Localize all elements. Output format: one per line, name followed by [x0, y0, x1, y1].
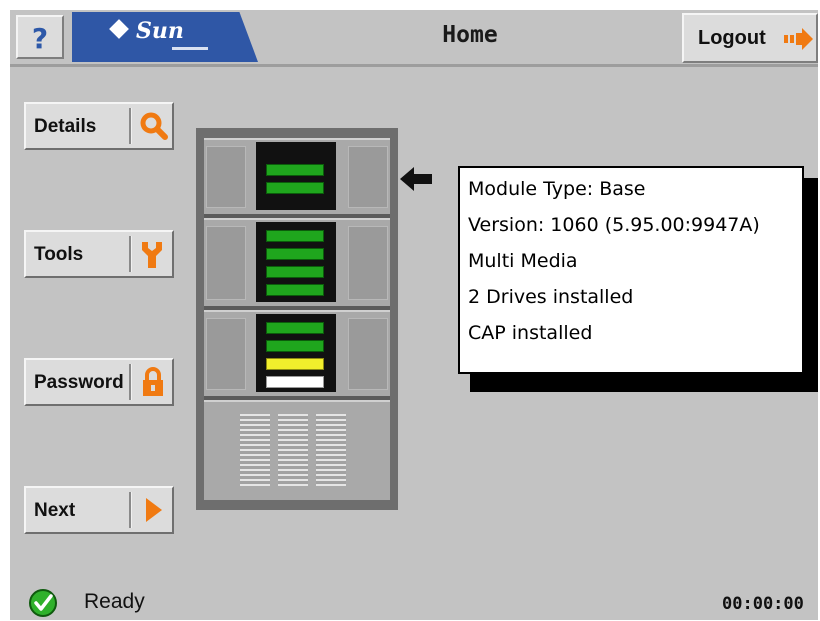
side-panel [348, 146, 388, 208]
next-button[interactable]: Next [24, 486, 174, 534]
button-divider [129, 236, 132, 272]
led-yellow [266, 358, 324, 370]
led-white [266, 376, 324, 388]
library-unit [196, 128, 398, 510]
side-panel [206, 318, 246, 390]
led-green [266, 340, 324, 352]
module-info-box: Module Type: Base Version: 1060 (5.95.00… [458, 166, 804, 374]
module-core [256, 142, 336, 210]
arrow-right-icon [146, 498, 162, 522]
clock-readout: 00:00:00 [722, 594, 804, 614]
button-divider [129, 492, 132, 528]
vent-column [316, 414, 346, 486]
logout-button[interactable]: Logout [682, 13, 818, 63]
module-expansion-2[interactable] [204, 310, 390, 400]
module-vent[interactable] [204, 400, 390, 500]
vent-grille [240, 414, 352, 486]
help-button[interactable]: ? [16, 15, 64, 59]
next-label: Next [34, 500, 76, 521]
module-core [256, 314, 336, 392]
info-version: Version: 1060 (5.95.00:9947A) [468, 214, 760, 236]
side-panel [348, 226, 388, 300]
check-circle-icon [29, 589, 57, 617]
module-core [256, 222, 336, 302]
info-drives: 2 Drives installed [468, 286, 634, 308]
led-green [266, 248, 324, 260]
details-button[interactable]: Details [24, 102, 174, 150]
top-bar: ? Sun Home Logout [10, 10, 818, 67]
info-cap: CAP installed [468, 322, 593, 344]
vent-column [278, 414, 308, 486]
wrench-icon [142, 242, 162, 268]
led-green [266, 284, 324, 296]
side-panel [206, 226, 246, 300]
tools-label: Tools [34, 244, 84, 265]
side-panel [206, 146, 246, 208]
details-label: Details [34, 116, 97, 137]
led-green [266, 164, 324, 176]
logout-arrow-icon [784, 28, 813, 50]
button-divider [129, 364, 132, 400]
led-green [266, 230, 324, 242]
side-panel [348, 318, 388, 390]
logout-label: Logout [698, 27, 766, 49]
logo-underline [172, 47, 208, 50]
info-media: Multi Media [468, 250, 578, 272]
button-divider [129, 108, 132, 144]
password-label: Password [34, 372, 124, 393]
brand-name: Sun [136, 18, 184, 44]
password-button[interactable]: Password [24, 358, 174, 406]
lock-icon [143, 367, 163, 396]
brand-tab: Sun [72, 12, 258, 62]
module-base[interactable] [204, 138, 390, 218]
led-green [266, 322, 324, 334]
magnifier-icon [140, 112, 168, 140]
module-expansion-1[interactable] [204, 218, 390, 310]
info-module-type: Module Type: Base [468, 178, 646, 200]
app-screen: ? Sun Home Logout Details Tools Password… [10, 10, 818, 620]
led-green [266, 266, 324, 278]
status-text: Ready [84, 590, 145, 613]
sun-logo: Sun [109, 18, 184, 44]
pointer-arrow-icon [400, 167, 432, 191]
vent-column [240, 414, 270, 486]
led-green [266, 182, 324, 194]
library-frame [204, 138, 390, 500]
page-title: Home [442, 22, 498, 48]
tools-button[interactable]: Tools [24, 230, 174, 278]
diamond-icon [109, 19, 129, 39]
